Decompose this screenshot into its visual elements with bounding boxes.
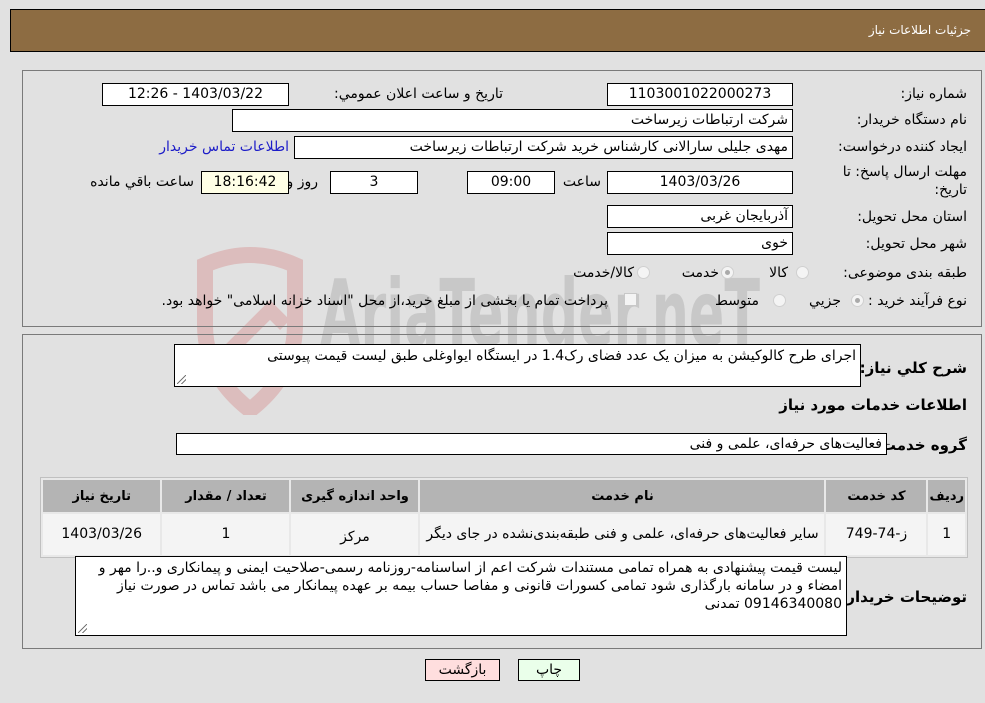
time-label: ساعت [562, 174, 601, 190]
treasury-checkbox[interactable] [624, 293, 637, 306]
cell-service-name: سایر فعالیت‌های حرفه‌ای، علمی و فنی طبقه… [420, 514, 825, 555]
col-service-name: نام خدمت [420, 480, 825, 512]
page-title: جزئیات اطلاعات نیاز [868, 23, 971, 37]
cell-need-date: 1403/03/26 [43, 514, 161, 555]
province-label: استان محل تحویل: [857, 209, 967, 225]
col-quantity: تعداد / مقدار [162, 480, 290, 512]
back-button[interactable]: بازگشت [425, 659, 500, 681]
service-group-field[interactable]: فعالیت‌های حرفه‌ای، علمی و فنی [176, 433, 887, 455]
announce-label: تاریخ و ساعت اعلان عمومي: [334, 86, 503, 102]
deadline-label-2: تاریخ: [934, 182, 967, 198]
resize-grip-icon[interactable] [78, 624, 87, 633]
service-group-label: گروه خدمت: [874, 436, 967, 454]
need-details-panel: شرح کلي نياز: اجرای طرح کالوکیشن به میزا… [22, 334, 982, 649]
process-option-minor: جزيي [809, 293, 841, 309]
category-radio-goods-service[interactable] [637, 266, 650, 279]
deadline-time-field[interactable]: 09:00 [467, 171, 555, 194]
buyer-notes-text: لیست قیمت پیشنهادی به همراه تمامی مستندا… [98, 560, 842, 612]
buyer-contact-link[interactable]: اطلاعات تماس خریدار [159, 139, 289, 155]
process-label: نوع فرآیند خرید : [868, 293, 967, 309]
summary-text: اجرای طرح کالوکیشن به میزان یک عدد فضای … [267, 348, 856, 364]
process-radio-minor[interactable] [851, 294, 864, 307]
summary-textarea[interactable]: اجرای طرح کالوکیشن به میزان یک عدد فضای … [174, 344, 861, 387]
buyer-notes-textarea[interactable]: لیست قیمت پیشنهادی به همراه تمامی مستندا… [75, 556, 847, 636]
city-field[interactable]: خوی [607, 232, 793, 255]
announce-datetime-field[interactable]: 1403/03/22 - 12:26 [102, 83, 289, 106]
creator-label: ایجاد کننده درخواست: [838, 139, 967, 155]
need-number-field[interactable]: 1103001022000273 [607, 83, 793, 106]
category-option-service: خدمت [681, 265, 719, 281]
resize-grip-icon[interactable] [177, 375, 186, 384]
city-label: شهر محل تحویل: [865, 236, 967, 252]
col-row: ردیف [928, 480, 965, 512]
summary-label: شرح کلي نياز: [859, 359, 967, 377]
creator-field[interactable]: مهدی جلیلی سارالانی کارشناس خرید شرکت ار… [294, 136, 793, 159]
services-heading: اطلاعات خدمات مورد نیاز [779, 396, 967, 414]
remaining-time-field[interactable]: 18:16:42 [201, 171, 289, 194]
treasury-note: پرداخت تمام یا بخشی از مبلغ خرید،از محل … [161, 293, 608, 309]
cell-row: 1 [928, 514, 965, 555]
deadline-date-field[interactable]: 1403/03/26 [607, 171, 793, 194]
days-field[interactable]: 3 [330, 171, 418, 194]
category-label: طبقه بندی موضوعی: [843, 265, 967, 281]
process-option-medium: متوسط [715, 293, 759, 309]
table-header-row: ردیف کد خدمت نام خدمت واحد اندازه گیری ت… [43, 480, 965, 512]
buyer-org-field[interactable]: شرکت ارتباطات زیرساخت [232, 109, 793, 132]
category-option-goods-service: کالا/خدمت [573, 265, 634, 281]
category-option-goods: کالا [769, 265, 788, 281]
cell-unit: مرکز [291, 514, 419, 555]
services-table: ردیف کد خدمت نام خدمت واحد اندازه گیری ت… [40, 477, 968, 558]
buyer-org-label: نام دستگاه خریدار: [856, 112, 967, 128]
col-need-date: تاریخ نیاز [43, 480, 161, 512]
buyer-notes-label: توضیحات خریدار: [840, 588, 967, 606]
process-radio-medium[interactable] [773, 294, 786, 307]
remaining-label: ساعت باقي مانده [90, 174, 194, 190]
days-label: روز و [286, 174, 319, 190]
cell-quantity: 1 [162, 514, 290, 555]
cell-service-code: ز-74-749 [826, 514, 927, 555]
province-field[interactable]: آذربایجان غربی [607, 205, 793, 228]
col-service-code: کد خدمت [826, 480, 927, 512]
col-unit: واحد اندازه گیری [291, 480, 419, 512]
page-header: جزئیات اطلاعات نیاز [10, 9, 985, 52]
need-number-label: شماره نیاز: [900, 86, 968, 102]
need-info-panel: شماره نیاز: 1103001022000273 تاریخ و ساع… [22, 70, 982, 327]
category-radio-service[interactable] [721, 266, 734, 279]
table-row: 1 ز-74-749 سایر فعالیت‌های حرفه‌ای، علمی… [43, 514, 965, 555]
deadline-label: مهلت ارسال پاسخ: تا [842, 164, 967, 180]
print-button[interactable]: چاپ [518, 659, 580, 681]
category-radio-goods[interactable] [796, 266, 809, 279]
